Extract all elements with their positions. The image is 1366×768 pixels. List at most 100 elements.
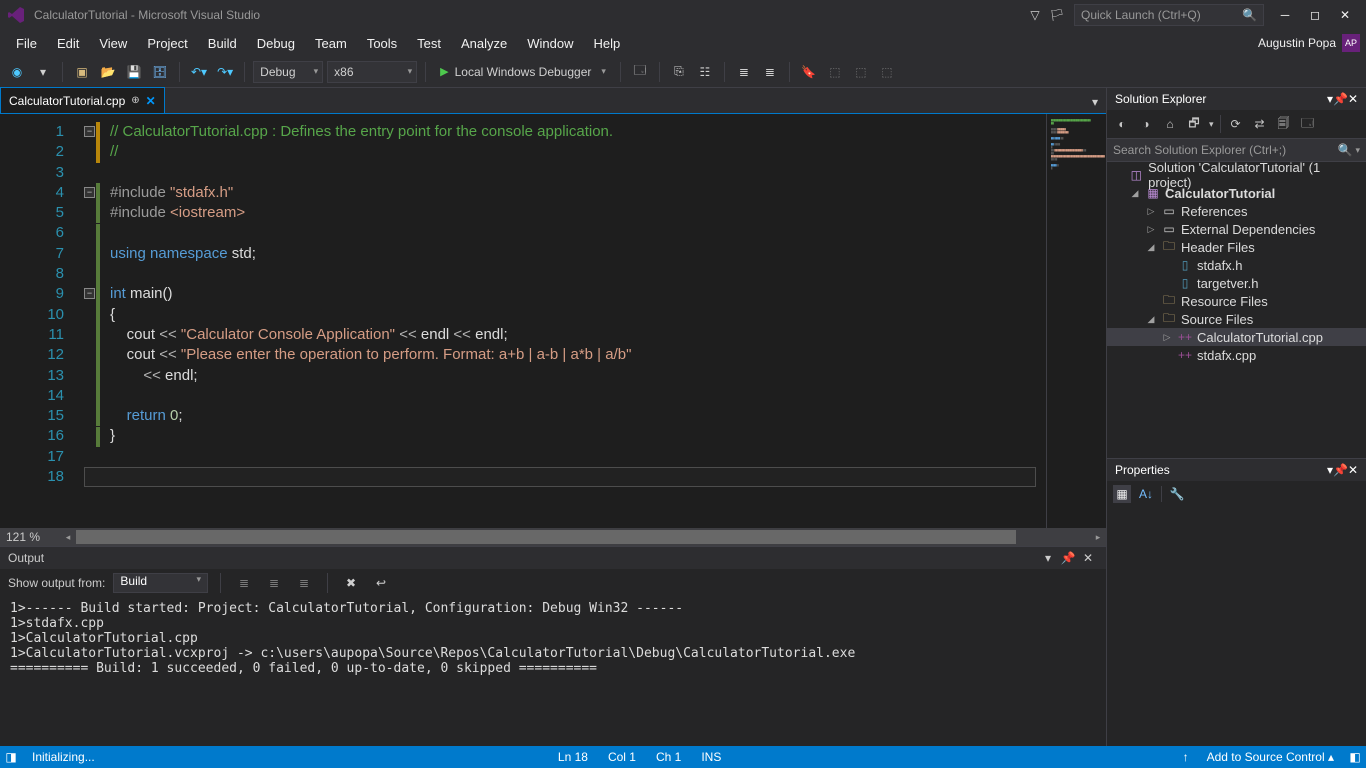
menu-team[interactable]: Team xyxy=(305,32,357,55)
panel-pin-icon[interactable]: 📌 xyxy=(1058,551,1078,565)
se-collapse-icon[interactable]: ⇄ xyxy=(1251,117,1269,131)
new-project-icon[interactable]: ▣ xyxy=(71,61,93,83)
sb-char[interactable]: Ch 1 xyxy=(646,750,691,764)
output-icon-1[interactable]: ≣ xyxy=(233,572,255,594)
scroll-thumb[interactable] xyxy=(76,530,1016,544)
start-debug-button[interactable]: ▶ Local Windows Debugger ▾ xyxy=(434,61,612,83)
se-search-input[interactable]: Search Solution Explorer (Ctrl+;) 🔍▾ xyxy=(1107,138,1366,162)
menu-help[interactable]: Help xyxy=(584,32,631,55)
se-close-icon[interactable]: ✕ xyxy=(1348,92,1358,106)
open-file-icon[interactable]: 📂 xyxy=(97,61,119,83)
code-editor[interactable]: 123456789101112131415161718 −−− // Calcu… xyxy=(0,114,1106,528)
props-close-icon[interactable]: ✕ xyxy=(1348,463,1358,477)
sb-scc-icon[interactable]: ↑ xyxy=(1175,750,1197,764)
toolbar-icon-8[interactable]: ⬚ xyxy=(876,61,898,83)
menu-debug[interactable]: Debug xyxy=(247,32,305,55)
tree-node[interactable]: ◫Solution 'CalculatorTutorial' (1 projec… xyxy=(1107,166,1366,184)
sb-notif-icon[interactable]: ◧ xyxy=(1344,750,1366,764)
props-categorized-icon[interactable]: ▦ xyxy=(1113,485,1131,503)
tree-node[interactable]: 🗀Resource Files xyxy=(1107,292,1366,310)
output-title: Output xyxy=(8,551,44,565)
sb-scc[interactable]: Add to Source Control ▴ xyxy=(1197,750,1344,764)
se-home-icon[interactable]: ⌂ xyxy=(1161,117,1179,131)
toolbar-icon-1[interactable]: 🗔 xyxy=(629,61,651,83)
output-clear-icon[interactable]: ✖ xyxy=(340,572,362,594)
menu-view[interactable]: View xyxy=(89,32,137,55)
save-icon[interactable]: 💾 xyxy=(123,61,145,83)
statusbar: ◨ Initializing... Ln 18 Col 1 Ch 1 INS ↑… xyxy=(0,746,1366,768)
props-pin-icon[interactable]: 📌 xyxy=(1333,463,1348,477)
panel-close-icon[interactable]: ✕ xyxy=(1078,551,1098,565)
zoom-level[interactable]: 121 % xyxy=(0,530,60,544)
toolbar-icon-7[interactable]: ⬚ xyxy=(850,61,872,83)
tree-node[interactable]: ▷▭External Dependencies xyxy=(1107,220,1366,238)
se-properties-icon[interactable]: 🗔 xyxy=(1299,114,1317,135)
solution-config-dropdown[interactable]: Debug xyxy=(253,61,323,83)
minimize-button[interactable]: ─ xyxy=(1270,4,1300,26)
pin-icon[interactable]: ⊕ xyxy=(131,95,139,106)
bookmark-icon[interactable]: 🔖 xyxy=(798,61,820,83)
toolbar-icon-5[interactable]: ≣ xyxy=(759,61,781,83)
tree-node[interactable]: ++stdafx.cpp xyxy=(1107,346,1366,364)
scroll-right-icon[interactable]: ▸ xyxy=(1090,528,1106,546)
output-wrap-icon[interactable]: ↩ xyxy=(370,572,392,594)
signed-in-user[interactable]: Augustin Popa xyxy=(1258,36,1336,50)
se-sync-icon[interactable]: 🗗 xyxy=(1185,114,1203,135)
tab-overflow-icon[interactable]: ▾ xyxy=(1084,91,1106,113)
tree-node[interactable]: ◢🗀Header Files xyxy=(1107,238,1366,256)
maximize-button[interactable]: ◻ xyxy=(1300,4,1330,26)
undo-icon[interactable]: ↶▾ xyxy=(188,61,210,83)
code-area[interactable]: // CalculatorTutorial.cpp : Defines the … xyxy=(84,114,1046,528)
menu-project[interactable]: Project xyxy=(137,32,197,55)
tree-node[interactable]: ▯targetver.h xyxy=(1107,274,1366,292)
se-showall-icon[interactable]: 🗐 xyxy=(1275,114,1293,135)
menu-file[interactable]: File xyxy=(6,32,47,55)
menu-build[interactable]: Build xyxy=(198,32,247,55)
scroll-left-icon[interactable]: ◂ xyxy=(60,528,76,546)
quick-launch-placeholder: Quick Launch (Ctrl+Q) xyxy=(1081,8,1201,22)
sb-col[interactable]: Col 1 xyxy=(598,750,646,764)
quick-launch-input[interactable]: Quick Launch (Ctrl+Q) 🔍 xyxy=(1074,4,1264,26)
toolbar-icon-6[interactable]: ⬚ xyxy=(824,61,846,83)
solution-tree[interactable]: ◫Solution 'CalculatorTutorial' (1 projec… xyxy=(1107,162,1366,458)
sb-line[interactable]: Ln 18 xyxy=(548,750,598,764)
se-back-icon[interactable]: ◐ xyxy=(1113,117,1131,131)
redo-icon[interactable]: ↷▾ xyxy=(214,61,236,83)
tab-label: CalculatorTutorial.cpp xyxy=(9,94,125,108)
se-pin-icon[interactable]: 📌 xyxy=(1333,92,1348,106)
feedback-icon[interactable]: 🏳 xyxy=(1046,4,1068,26)
menu-edit[interactable]: Edit xyxy=(47,32,89,55)
toolbar-icon-3[interactable]: ☷ xyxy=(694,61,716,83)
sb-ins[interactable]: INS xyxy=(691,750,731,764)
menu-window[interactable]: Window xyxy=(517,32,583,55)
menu-analyze[interactable]: Analyze xyxy=(451,32,517,55)
output-text[interactable]: 1>------ Build started: Project: Calcula… xyxy=(0,597,1106,746)
menu-tools[interactable]: Tools xyxy=(357,32,407,55)
props-alpha-icon[interactable]: A↓ xyxy=(1137,485,1155,503)
se-refresh-icon[interactable]: ⟳ xyxy=(1227,117,1245,131)
tree-node[interactable]: ▷++CalculatorTutorial.cpp xyxy=(1107,328,1366,346)
output-from-dropdown[interactable]: Build xyxy=(113,573,208,593)
se-fwd-icon[interactable]: ◑ xyxy=(1137,117,1155,131)
toolbar-icon-2[interactable]: ⎘ xyxy=(668,61,690,83)
tree-node[interactable]: ▷▭References xyxy=(1107,202,1366,220)
solution-platform-dropdown[interactable]: x86 xyxy=(327,61,417,83)
output-icon-3[interactable]: ≣ xyxy=(293,572,315,594)
nav-fwd-icon[interactable]: ▾ xyxy=(32,61,54,83)
panel-dropdown-icon[interactable]: ▾ xyxy=(1038,551,1058,565)
tree-node[interactable]: ▯stdafx.h xyxy=(1107,256,1366,274)
menu-test[interactable]: Test xyxy=(407,32,451,55)
close-button[interactable]: ✕ xyxy=(1330,4,1360,26)
notifications-icon[interactable]: ▽ xyxy=(1024,4,1046,26)
minimap[interactable]: ██████████████████████████████ ████ ████… xyxy=(1046,114,1106,528)
editor-tab-active[interactable]: CalculatorTutorial.cpp ⊕ ✕ xyxy=(0,87,165,113)
output-icon-2[interactable]: ≣ xyxy=(263,572,285,594)
nav-back-icon[interactable]: ◉ xyxy=(6,61,28,83)
props-wrench-icon[interactable]: 🔧 xyxy=(1168,485,1186,503)
tab-close-icon[interactable]: ✕ xyxy=(146,94,156,108)
tree-node[interactable]: ◢🗀Source Files xyxy=(1107,310,1366,328)
editor-hscroll[interactable]: 121 % ◂ ▸ xyxy=(0,528,1106,546)
toolbar-icon-4[interactable]: ≣ xyxy=(733,61,755,83)
save-all-icon[interactable]: 🗄 xyxy=(149,61,171,83)
user-avatar[interactable]: AP xyxy=(1342,34,1360,52)
